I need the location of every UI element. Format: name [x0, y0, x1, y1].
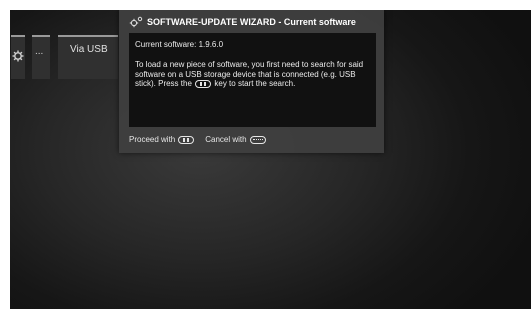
gear-icon: [12, 50, 24, 62]
dialog-instructions: To load a new piece of software, you fir…: [135, 60, 370, 89]
current-software-version: Current software: 1.9.6.0: [135, 40, 224, 49]
gears-icon: [129, 16, 143, 28]
menu-item-via-usb[interactable]: Via USB: [58, 35, 118, 79]
dialog-title-bar: SOFTWARE-UPDATE WIZARD - Current softwar…: [129, 14, 356, 30]
esc-key-icon[interactable]: [249, 135, 266, 144]
tv-screen: ... Via USB SOFTWARE-UPDATE WIZARD - Cur…: [10, 10, 531, 309]
software-update-dialog: SOFTWARE-UPDATE WIZARD - Current softwar…: [119, 10, 384, 153]
dialog-title: SOFTWARE-UPDATE WIZARD - Current softwar…: [147, 17, 356, 27]
cancel-label[interactable]: Cancel with: [205, 135, 246, 144]
more-label: ...: [35, 46, 44, 57]
dialog-footer: Proceed with Cancel with: [129, 135, 267, 144]
menu-item-more[interactable]: ...: [32, 35, 50, 79]
dialog-message-panel: Current software: 1.9.6.0 To load a new …: [129, 33, 376, 127]
ok-key-icon[interactable]: [178, 135, 195, 144]
instructions-text-part2: key to start the search.: [214, 79, 296, 88]
menu-item-settings[interactable]: [11, 35, 25, 79]
via-usb-label: Via USB: [70, 44, 108, 55]
proceed-label[interactable]: Proceed with: [129, 135, 175, 144]
ok-key-icon: [195, 79, 212, 88]
